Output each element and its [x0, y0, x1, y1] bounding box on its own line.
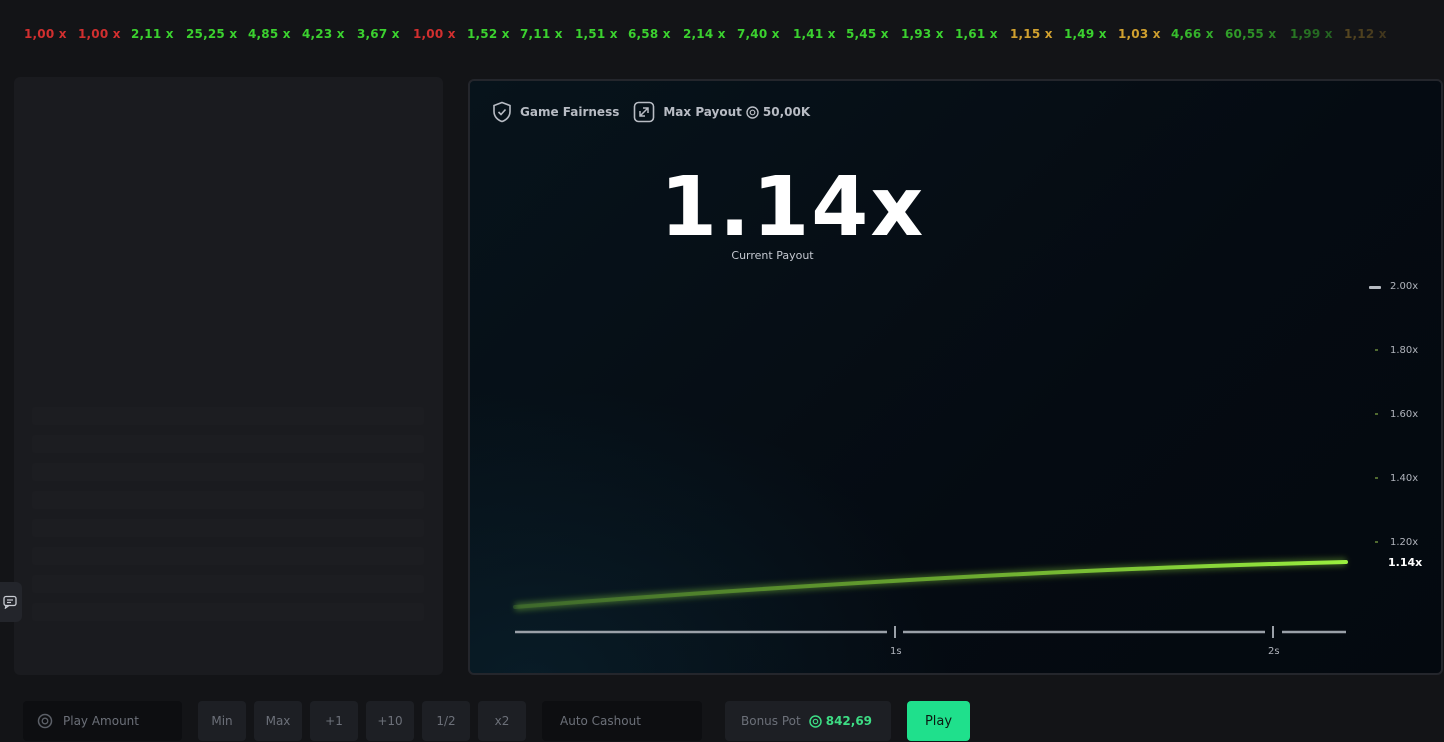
history-item[interactable]: 1,00 x: [413, 27, 456, 41]
bonus-pot-value-wrap: 842,69: [809, 714, 872, 728]
history-item[interactable]: 7,40 x: [737, 27, 780, 41]
history-item[interactable]: 1,93 x: [901, 27, 944, 41]
plus-one-button[interactable]: +1: [310, 701, 358, 741]
history-item[interactable]: 4,66 x: [1171, 27, 1214, 41]
max-button[interactable]: Max: [254, 701, 302, 741]
history-item[interactable]: 3,67 x: [357, 27, 400, 41]
bet-controls: Play Amount Min Max +1 +10 1/2 x2 Auto C…: [0, 700, 1444, 742]
history-item[interactable]: 1,00 x: [24, 27, 67, 41]
payout-history-bar: 1,00 x 1,00 x 2,11 x 25,25 x 4,85 x 4,23…: [0, 0, 1444, 70]
history-item[interactable]: 7,11 x: [520, 27, 563, 41]
chat-toggle-button[interactable]: [0, 582, 22, 622]
history-item[interactable]: 4,85 x: [248, 27, 291, 41]
payout-line-glow: [515, 562, 1346, 607]
y-axis-label: 1.20x: [1390, 537, 1418, 548]
coin-icon: [809, 715, 822, 728]
x-axis-label: 2s: [1268, 646, 1280, 657]
auto-cashout-input[interactable]: Auto Cashout: [542, 701, 702, 741]
y-axis-current-label: 1.14x: [1388, 556, 1422, 569]
history-item[interactable]: 4,23 x: [302, 27, 345, 41]
history-item[interactable]: 1,52 x: [467, 27, 510, 41]
history-item[interactable]: 1,99 x: [1290, 27, 1333, 41]
auto-cashout-placeholder: Auto Cashout: [560, 714, 641, 728]
placeholder-row: [32, 407, 424, 425]
history-item[interactable]: 1,49 x: [1064, 27, 1107, 41]
double-button[interactable]: x2: [478, 701, 526, 741]
coin-icon: [37, 713, 53, 729]
history-item[interactable]: 1,51 x: [575, 27, 618, 41]
history-item[interactable]: 1,15 x: [1010, 27, 1053, 41]
chat-icon: [3, 595, 17, 609]
play-button[interactable]: Play: [907, 701, 970, 741]
plus-ten-button[interactable]: +10: [366, 701, 414, 741]
play-amount-input[interactable]: Play Amount: [23, 701, 182, 741]
history-item[interactable]: 1,61 x: [955, 27, 998, 41]
history-item[interactable]: 1,03 x: [1118, 27, 1161, 41]
placeholder-row: [32, 575, 424, 593]
history-item[interactable]: 2,14 x: [683, 27, 726, 41]
placeholder-row: [32, 547, 424, 565]
history-item[interactable]: 25,25 x: [186, 27, 237, 41]
payout-graph: [470, 81, 1441, 673]
history-item[interactable]: 1,41 x: [793, 27, 836, 41]
x-axis-label: 1s: [890, 646, 902, 657]
history-item[interactable]: 1,00 x: [78, 27, 121, 41]
min-button[interactable]: Min: [198, 701, 246, 741]
y-axis-label: 1.80x: [1390, 345, 1418, 356]
y-axis-label: 2.00x: [1390, 281, 1418, 292]
history-item[interactable]: 6,58 x: [628, 27, 671, 41]
placeholder-row: [32, 491, 424, 509]
history-item[interactable]: 1,12 x: [1344, 27, 1387, 41]
crash-game-panel: Game Fairness Max Payout 50,00K 1.14x Cu…: [468, 79, 1443, 675]
bonus-pot-value: 842,69: [826, 714, 872, 728]
y-axis-marker: [1369, 286, 1381, 289]
bonus-pot-label: Bonus Pot: [741, 714, 801, 728]
placeholder-row: [32, 519, 424, 537]
history-item[interactable]: 60,55 x: [1225, 27, 1276, 41]
y-axis-label: 1.60x: [1390, 409, 1418, 420]
play-amount-placeholder: Play Amount: [63, 714, 139, 728]
history-item[interactable]: 5,45 x: [846, 27, 889, 41]
players-panel: [14, 77, 443, 675]
history-item[interactable]: 2,11 x: [131, 27, 174, 41]
bonus-pot: Bonus Pot 842,69: [725, 701, 891, 741]
y-axis-label: 1.40x: [1390, 473, 1418, 484]
half-button[interactable]: 1/2: [422, 701, 470, 741]
placeholder-row: [32, 435, 424, 453]
placeholder-row: [32, 603, 424, 621]
placeholder-row: [32, 463, 424, 481]
